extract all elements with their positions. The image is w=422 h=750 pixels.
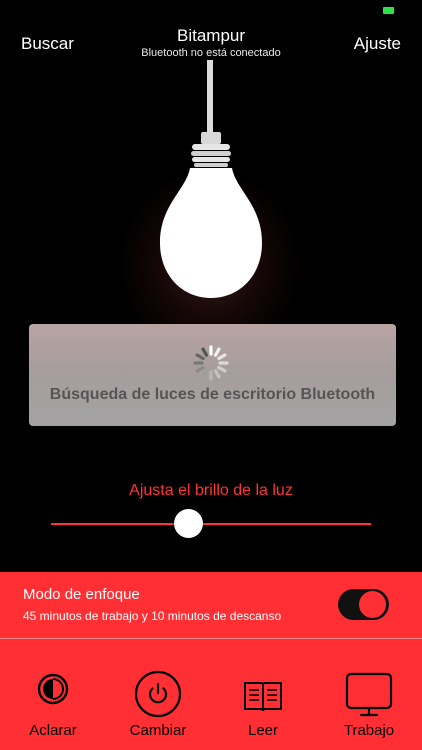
tab-label: Trabajo <box>343 722 395 739</box>
monitor-icon <box>345 672 393 717</box>
tab-label: Aclarar <box>29 722 77 739</box>
tab-label: Leer <box>247 722 279 739</box>
focus-mode-title: Modo de enfoque <box>23 586 140 603</box>
battery-icon <box>383 7 394 14</box>
power-icon <box>134 670 182 718</box>
tab-cambiar[interactable]: Cambiar <box>113 670 203 746</box>
tab-trabajo[interactable]: Trabajo <box>324 672 414 746</box>
half-circle-icon <box>37 673 69 705</box>
settings-button[interactable]: Ajuste <box>354 34 401 54</box>
brightness-slider-track[interactable] <box>51 523 371 525</box>
tab-leer[interactable]: Leer <box>218 672 308 746</box>
light-bulb-illustration <box>160 60 262 298</box>
book-icon <box>244 682 282 712</box>
brightness-label: Ajusta el brillo de la luz <box>129 482 293 499</box>
focus-mode-toggle-knob[interactable] <box>359 591 386 618</box>
focus-mode-description: 45 minutos de trabajo y 10 minutos de de… <box>23 609 282 623</box>
loading-spinner-icon <box>193 345 229 381</box>
tab-aclarar[interactable]: Aclarar <box>8 672 98 746</box>
scan-status-text: Búsqueda de luces de escritorio Bluetoot… <box>49 386 376 403</box>
tab-label: Cambiar <box>129 722 187 739</box>
divider <box>0 638 422 639</box>
brightness-slider-thumb[interactable] <box>174 509 204 538</box>
